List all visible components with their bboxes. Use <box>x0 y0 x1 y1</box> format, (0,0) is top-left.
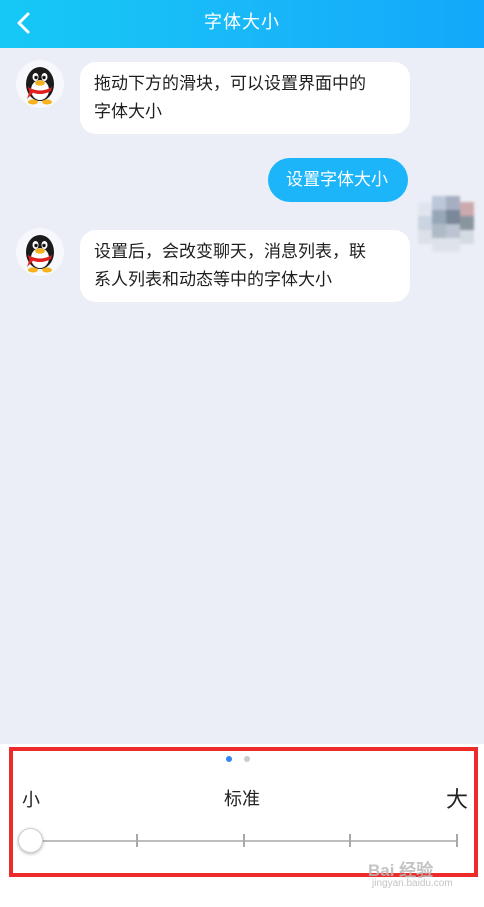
top-bar: 字体大小 <box>0 0 484 48</box>
message-line: 设置字体大小 <box>286 170 388 190</box>
message-bubble: 设置后，会改变聊天，消息列表，联 系人列表和动态等中的字体大小 <box>80 230 410 302</box>
self-message-bubble: 设置字体大小 <box>268 158 408 202</box>
message-line: 设置后，会改变聊天，消息列表，联 <box>94 242 366 262</box>
blurred-user-avatar <box>418 196 474 256</box>
qq-penguin-avatar <box>16 60 64 108</box>
penguin-icon <box>26 235 54 273</box>
message-line: 拖动下方的滑块，可以设置界面中的 <box>94 74 366 94</box>
qq-penguin-avatar <box>16 228 64 276</box>
message-line: 系人列表和动态等中的字体大小 <box>94 270 332 290</box>
watermark-url: jingyan.baidu.com <box>372 878 453 889</box>
penguin-icon <box>26 67 54 105</box>
chat-preview: 拖动下方的滑块，可以设置界面中的 字体大小 设置字体大小 设置后，会改变聊天，消… <box>0 48 484 744</box>
message-line: 字体大小 <box>94 102 162 122</box>
page-title: 字体大小 <box>204 12 280 33</box>
message-bubble: 拖动下方的滑块，可以设置界面中的 字体大小 <box>80 62 410 134</box>
